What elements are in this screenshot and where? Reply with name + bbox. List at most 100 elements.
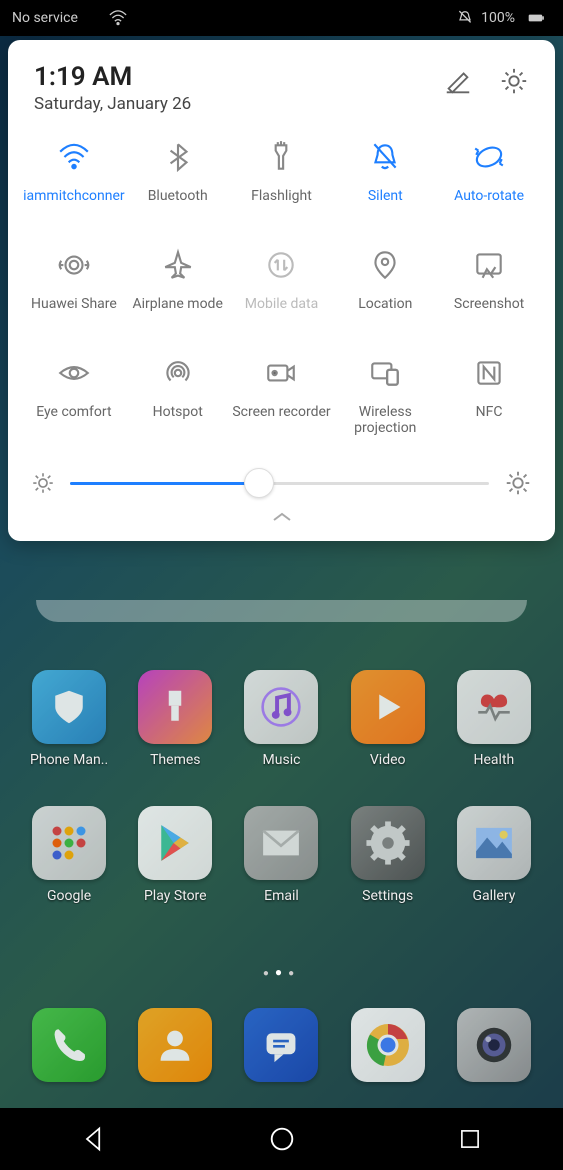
qs-tile-label: Hotspot bbox=[153, 404, 203, 420]
qs-tile-label: Auto-rotate bbox=[454, 188, 524, 204]
qs-tile-label: Screen recorder bbox=[232, 404, 330, 420]
recorder-icon bbox=[264, 356, 298, 390]
search-bar-bottom-edge[interactable] bbox=[36, 600, 527, 622]
app-messages[interactable]: Messages bbox=[228, 1008, 334, 1090]
app-contacts[interactable]: Contacts bbox=[122, 1008, 228, 1090]
app-icon bbox=[138, 1008, 212, 1082]
app-label: Settings bbox=[362, 888, 413, 904]
app-themes[interactable]: Themes bbox=[122, 670, 228, 768]
qs-tile-screenshot[interactable]: Screenshot bbox=[437, 244, 541, 324]
app-health[interactable]: Health bbox=[441, 670, 547, 768]
time-date-block[interactable]: 1:19 AM Saturday, January 26 bbox=[34, 62, 191, 114]
nav-recent-icon[interactable] bbox=[457, 1126, 483, 1152]
collapse-handle[interactable] bbox=[22, 508, 541, 529]
app-phone-man-[interactable]: Phone Man.. bbox=[16, 670, 122, 768]
nav-back-icon[interactable] bbox=[80, 1125, 108, 1153]
qs-tile-label: Airplane mode bbox=[133, 296, 223, 312]
qs-tile-label: Silent bbox=[368, 188, 403, 204]
app-icon bbox=[32, 1008, 106, 1082]
panel-date: Saturday, January 26 bbox=[34, 94, 191, 114]
qs-tile-label: Eye comfort bbox=[36, 404, 111, 420]
app-icon bbox=[457, 1008, 531, 1082]
wifi-status-icon bbox=[108, 8, 128, 28]
sim-alert-icon bbox=[84, 9, 102, 27]
app-icon bbox=[138, 806, 212, 880]
app-icon bbox=[32, 806, 106, 880]
qs-tile-mobiledata[interactable]: Mobile data bbox=[230, 244, 334, 324]
app-label: Play Store bbox=[144, 888, 207, 904]
nfc-icon bbox=[472, 356, 506, 390]
brightness-low-icon bbox=[30, 470, 56, 496]
battery-icon bbox=[521, 9, 551, 27]
edit-icon[interactable] bbox=[443, 66, 473, 96]
app-play-store[interactable]: Play Store bbox=[122, 806, 228, 904]
qs-tile-nfc[interactable]: NFC bbox=[437, 352, 541, 436]
qs-tile-silent[interactable]: Silent bbox=[333, 136, 437, 216]
nav-bar bbox=[0, 1108, 563, 1170]
app-icon bbox=[457, 806, 531, 880]
brightness-slider[interactable] bbox=[70, 482, 489, 485]
qs-tile-label: Huawei Share bbox=[31, 296, 117, 312]
brightness-row bbox=[22, 456, 541, 504]
qs-tile-label: Flashlight bbox=[251, 188, 312, 204]
qs-tile-wifi[interactable]: iammitchconner bbox=[22, 136, 126, 216]
app-camera[interactable]: Camera bbox=[441, 1008, 547, 1090]
rotate-icon bbox=[472, 140, 506, 174]
mute-icon bbox=[455, 8, 475, 28]
qs-tile-projection[interactable]: Wireless projection bbox=[333, 352, 437, 436]
qs-tile-bluetooth[interactable]: Bluetooth bbox=[126, 136, 230, 216]
app-label: Gallery bbox=[472, 888, 515, 904]
app-label: Video bbox=[370, 752, 406, 768]
app-google[interactable]: Google bbox=[16, 806, 122, 904]
app-music[interactable]: Music bbox=[228, 670, 334, 768]
qs-tile-label: Wireless projection bbox=[333, 404, 437, 436]
app-label: Email bbox=[264, 888, 299, 904]
app-icon bbox=[32, 670, 106, 744]
app-chrome[interactable]: Chrome bbox=[335, 1008, 441, 1090]
qs-tile-label: Location bbox=[358, 296, 412, 312]
app-email[interactable]: Email bbox=[228, 806, 334, 904]
status-no-service: No service bbox=[12, 10, 78, 26]
qs-tile-label: Screenshot bbox=[454, 296, 524, 312]
bluetooth-icon bbox=[161, 140, 195, 174]
app-phone[interactable]: Phone bbox=[16, 1008, 122, 1090]
qs-tile-recorder[interactable]: Screen recorder bbox=[230, 352, 334, 436]
app-label: Themes bbox=[150, 752, 200, 768]
qs-tile-label: Bluetooth bbox=[148, 188, 208, 204]
screenshot-icon bbox=[472, 248, 506, 282]
qs-tile-share[interactable]: Huawei Share bbox=[22, 244, 126, 324]
battery-percent: 100% bbox=[481, 10, 515, 26]
wifi-icon bbox=[57, 140, 91, 174]
app-gallery[interactable]: Gallery bbox=[441, 806, 547, 904]
quick-settings-panel: 1:19 AM Saturday, January 26 iammitchcon… bbox=[8, 40, 555, 541]
qs-tile-location[interactable]: Location bbox=[333, 244, 437, 324]
eye-icon bbox=[57, 356, 91, 390]
app-settings[interactable]: Settings bbox=[335, 806, 441, 904]
qs-tile-hotspot[interactable]: Hotspot bbox=[126, 352, 230, 436]
status-bar: No service 100% bbox=[0, 0, 563, 36]
qs-tile-label: Mobile data bbox=[245, 296, 318, 312]
qs-tile-flashlight[interactable]: Flashlight bbox=[230, 136, 334, 216]
page-indicator: ●●● bbox=[0, 965, 563, 979]
qs-tile-airplane[interactable]: Airplane mode bbox=[126, 244, 230, 324]
app-label: Health bbox=[474, 752, 515, 768]
app-video[interactable]: Video bbox=[335, 670, 441, 768]
app-label: Music bbox=[263, 752, 301, 768]
app-icon bbox=[351, 670, 425, 744]
silent-icon bbox=[368, 140, 402, 174]
projection-icon bbox=[368, 356, 402, 390]
app-label: Phone Man.. bbox=[30, 752, 108, 768]
mobiledata-icon bbox=[264, 248, 298, 282]
airplane-icon bbox=[161, 248, 195, 282]
hotspot-icon bbox=[161, 356, 195, 390]
gear-icon[interactable] bbox=[499, 66, 529, 96]
qs-tile-label: iammitchconner bbox=[23, 188, 125, 204]
app-icon bbox=[351, 1008, 425, 1082]
share-icon bbox=[57, 248, 91, 282]
brightness-slider-thumb[interactable] bbox=[244, 468, 274, 498]
location-icon bbox=[368, 248, 402, 282]
nav-home-icon[interactable] bbox=[267, 1124, 297, 1154]
qs-tile-eye[interactable]: Eye comfort bbox=[22, 352, 126, 436]
qs-tile-label: NFC bbox=[476, 404, 503, 420]
qs-tile-rotate[interactable]: Auto-rotate bbox=[437, 136, 541, 216]
